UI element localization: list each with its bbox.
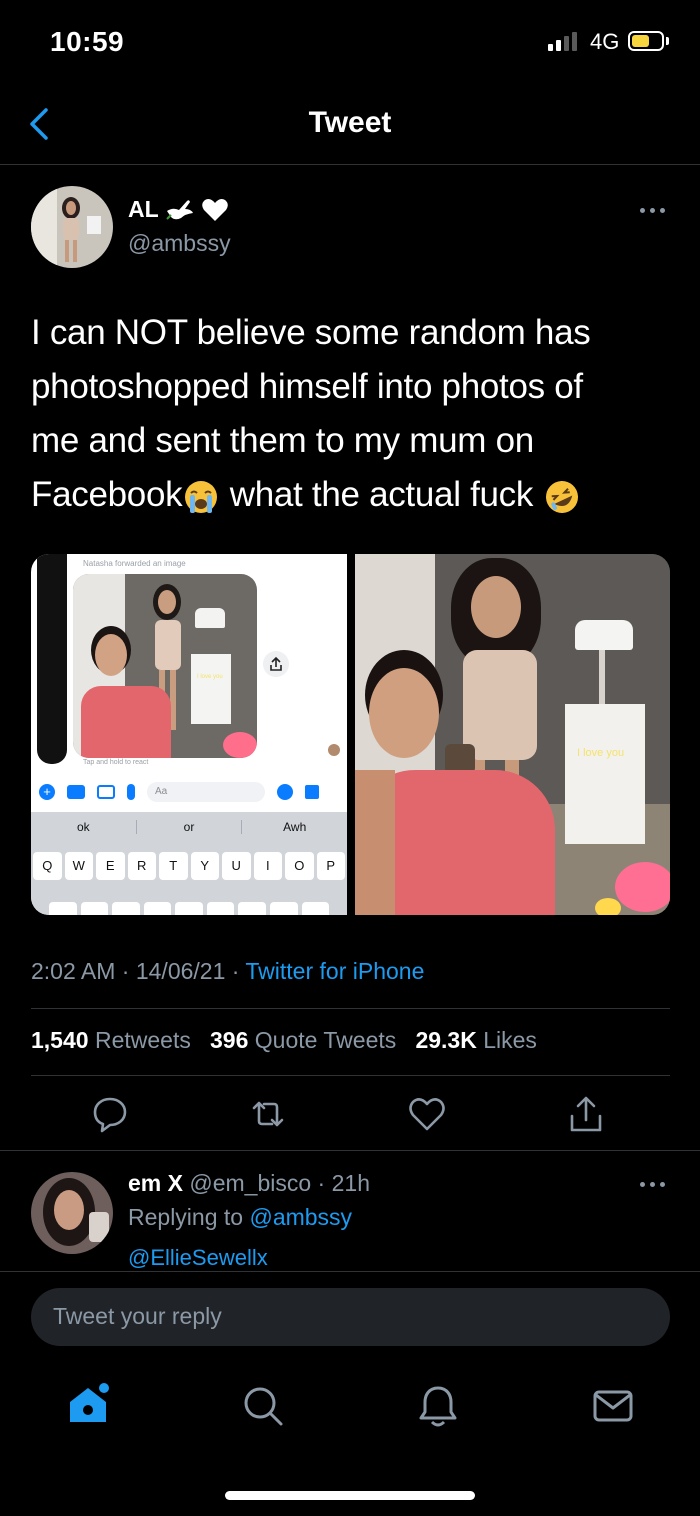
tweet-meta: 2:02 AM · 14/06/21 · Twitter for iPhone <box>31 958 425 984</box>
media-image-1[interactable]: Natasha forwarded an image I love you Ta… <box>31 554 347 915</box>
replying-to: Replying to @ambssy <box>128 1204 352 1231</box>
battery-icon <box>628 31 664 51</box>
reply-age: 21h <box>331 1170 370 1196</box>
status-time: 10:59 <box>50 26 125 57</box>
keyboard-row: QWERTYUIOP <box>33 852 345 880</box>
retweet-icon[interactable] <box>248 1094 288 1134</box>
tweet-media[interactable]: Natasha forwarded an image I love you Ta… <box>31 554 670 915</box>
keyboard-suggestions: ok or Awh <box>31 820 347 834</box>
dove-icon <box>165 199 193 220</box>
author-avatar[interactable] <box>31 186 113 268</box>
keyboard-key[interactable]: U <box>222 852 251 880</box>
tweet-text-line: I can NOT believe some random has <box>31 313 591 352</box>
suggestion[interactable]: or <box>135 820 243 834</box>
rofl-face-icon <box>545 480 578 513</box>
search-icon[interactable] <box>241 1384 285 1428</box>
messenger-input[interactable]: Aa <box>147 782 265 802</box>
replying-to-label: Replying to <box>128 1204 244 1230</box>
share-icon[interactable] <box>566 1094 606 1134</box>
reply-header: em X @em_bisco · 21h <box>128 1170 370 1196</box>
suggestion[interactable]: ok <box>31 820 136 834</box>
author-name-row[interactable]: AL <box>128 196 229 223</box>
keyboard: ok or Awh QWERTYUIOP <box>31 812 347 915</box>
reply-author-handle[interactable]: @em_bisco <box>189 1170 311 1196</box>
reply-author-name[interactable]: em X <box>128 1170 183 1196</box>
emoji-icon[interactable] <box>277 784 293 800</box>
tweet-time: 2:02 AM <box>31 958 116 984</box>
signal-icon <box>548 32 577 51</box>
share-bubble-icon[interactable] <box>263 651 289 677</box>
mic-icon[interactable] <box>127 784 135 800</box>
suggestion[interactable]: Awh <box>242 820 347 834</box>
keyboard-key[interactable]: P <box>316 852 345 880</box>
author-name: AL <box>128 196 159 222</box>
replying-to-handle[interactable]: @ambssy <box>249 1204 352 1230</box>
battery-cap <box>666 37 669 45</box>
media-image-2[interactable]: I love you <box>355 554 670 915</box>
reply-avatar[interactable] <box>31 1172 113 1254</box>
reply-icon[interactable] <box>90 1094 130 1134</box>
gallery-icon[interactable] <box>97 785 115 799</box>
reply-placeholder: Tweet your reply <box>53 1303 222 1329</box>
reply-text[interactable]: @EllieSewellx <box>128 1245 268 1271</box>
actions-divider <box>0 1150 700 1151</box>
tweet-text: I can NOT believe some random has photos… <box>31 306 671 522</box>
composer-divider <box>0 1271 700 1272</box>
plus-icon[interactable]: + <box>39 784 55 800</box>
tweet-date: 14/06/21 <box>135 958 226 984</box>
tweet-text-line: Facebook what the actual fuck <box>31 468 671 522</box>
tweet-text-line: photoshopped himself into photos of <box>31 367 583 406</box>
sticker-text: I love you <box>577 747 625 759</box>
home-icon[interactable] <box>66 1382 110 1426</box>
keyboard-key[interactable]: O <box>285 852 314 880</box>
keyboard-key[interactable]: I <box>253 852 282 880</box>
stats-divider <box>31 1075 670 1076</box>
keyboard-row-2 <box>49 902 330 915</box>
keyboard-key[interactable]: E <box>96 852 125 880</box>
notifications-icon[interactable] <box>416 1384 460 1428</box>
quotes-stat[interactable]: 396 Quote Tweets <box>210 1027 396 1053</box>
tweet-stats: 1,540 Retweets 396 Quote Tweets 29.3K Li… <box>31 1027 537 1054</box>
tweet-text-line: me and sent them to my mum on <box>31 421 534 460</box>
keyboard-key[interactable]: R <box>127 852 156 880</box>
network-label: 4G <box>590 29 620 54</box>
heart-icon <box>201 198 228 221</box>
keyboard-key[interactable]: W <box>64 852 93 880</box>
page-title: Tweet <box>308 106 392 139</box>
tweet-text-fragment: what the actual fuck <box>220 475 543 514</box>
forward-note: Natasha forwarded an image <box>83 559 186 568</box>
keyboard-key[interactable]: Y <box>190 852 219 880</box>
header-divider <box>0 164 700 165</box>
likes-stat[interactable]: 29.3K Likes <box>415 1027 536 1053</box>
tweet-source-link[interactable]: Twitter for iPhone <box>245 958 424 984</box>
home-indicator <box>225 1491 475 1500</box>
keyboard-key[interactable]: Q <box>33 852 62 880</box>
forwarded-photo: I love you <box>73 574 257 758</box>
keyboard-key[interactable]: T <box>159 852 188 880</box>
reply-composer[interactable]: Tweet your reply <box>31 1288 670 1346</box>
reader-avatar <box>328 744 340 756</box>
camera-icon[interactable] <box>67 785 85 799</box>
crying-face-icon <box>185 480 218 513</box>
messenger-compose-row: + Aa <box>39 782 339 802</box>
like-icon[interactable] <box>407 1094 447 1134</box>
sticker-text: I love you <box>197 674 223 680</box>
messages-icon[interactable] <box>591 1384 635 1428</box>
meta-divider <box>31 1008 670 1009</box>
redaction-bar <box>37 554 67 764</box>
tweet-text-fragment: Facebook <box>31 475 183 514</box>
retweets-stat[interactable]: 1,540 Retweets <box>31 1027 191 1053</box>
tap-hint: Tap and hold to react <box>83 759 149 766</box>
author-handle[interactable]: @ambssy <box>128 230 231 257</box>
more-icon[interactable] <box>640 208 665 213</box>
reply-more-icon[interactable] <box>640 1182 665 1187</box>
thumbs-up-icon[interactable] <box>305 785 319 799</box>
